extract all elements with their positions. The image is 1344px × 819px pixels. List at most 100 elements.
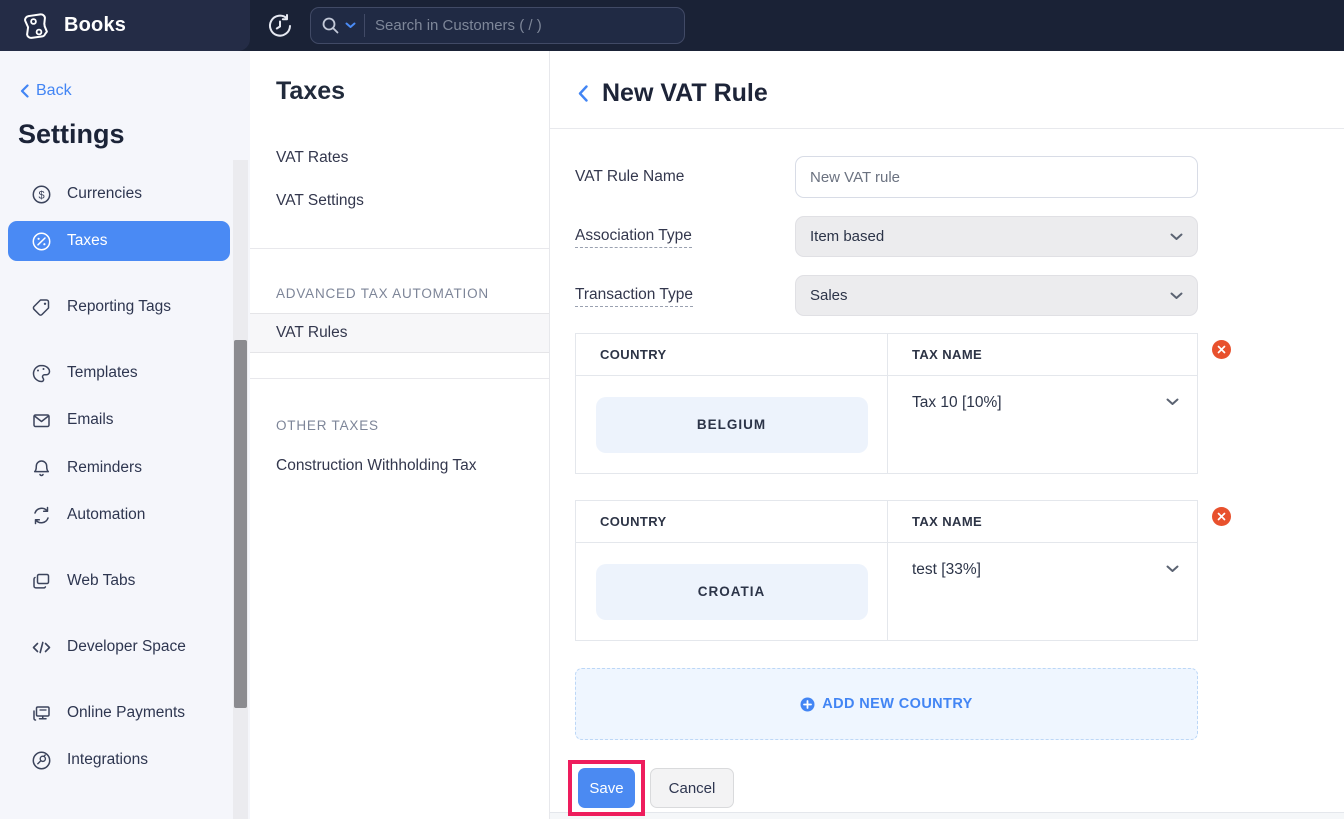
taxes-item-vat-rates[interactable]: VAT Rates xyxy=(250,138,549,178)
sidebar-scrollbar-thumb[interactable] xyxy=(234,340,247,708)
search-icon xyxy=(321,16,340,35)
chevron-down-icon xyxy=(1170,292,1183,300)
vat-settings-label: VAT Settings xyxy=(276,192,364,210)
currency-dollar-icon: $ xyxy=(30,183,52,205)
sidebar-item-reporting-tags[interactable]: Reporting Tags xyxy=(0,287,250,327)
percent-icon xyxy=(30,230,52,252)
sidebar-item-automation[interactable]: Automation xyxy=(0,495,250,535)
page-title: New VAT Rule xyxy=(602,79,768,108)
table-header-row: COUNTRY TAX NAME xyxy=(576,334,1197,376)
app-logo-area[interactable]: Books xyxy=(0,0,250,51)
association-type-select[interactable]: Item based xyxy=(795,216,1198,257)
chevron-down-icon xyxy=(1166,565,1179,573)
add-new-country-label: ADD NEW COUNTRY xyxy=(822,696,972,712)
association-type-value: Item based xyxy=(810,228,884,245)
country-tax-table: COUNTRY TAX NAME BELGIUM Tax 10 [10%] xyxy=(575,333,1198,474)
table-header-row: COUNTRY TAX NAME xyxy=(576,501,1197,543)
topbar: Books xyxy=(0,0,1344,51)
back-chevron-icon xyxy=(20,84,29,98)
taxes-panel-title: Taxes xyxy=(276,77,345,106)
sidebar-item-integrations[interactable]: Integrations xyxy=(0,740,250,780)
divider xyxy=(250,248,549,249)
chevron-down-icon xyxy=(1170,233,1183,241)
tax-name-select[interactable]: test [33%] xyxy=(912,561,1179,579)
sidebar-item-label: Templates xyxy=(67,364,138,382)
plus-circle-icon xyxy=(800,697,815,712)
sidebar-item-developer-space[interactable]: Developer Space xyxy=(0,627,250,667)
vat-rates-label: VAT Rates xyxy=(276,149,348,167)
association-type-label: Association Type xyxy=(575,227,692,245)
sidebar-item-label: Web Tabs xyxy=(67,572,135,590)
save-button[interactable]: Save xyxy=(578,768,635,808)
header-divider xyxy=(550,128,1344,129)
vat-rule-name-label: VAT Rule Name xyxy=(575,168,684,186)
back-label: Back xyxy=(36,82,72,100)
taxes-item-vat-rules[interactable]: VAT Rules xyxy=(250,313,549,353)
tax-name-column-header: TAX NAME xyxy=(888,501,1197,542)
sidebar-item-label: Taxes xyxy=(67,232,108,250)
tax-name-value: Tax 10 [10%] xyxy=(912,394,1002,412)
sidebar-item-templates[interactable]: Templates xyxy=(0,353,250,393)
divider xyxy=(250,378,549,379)
transaction-type-label: Transaction Type xyxy=(575,286,693,304)
other-taxes-header: OTHER TAXES xyxy=(276,418,379,433)
global-search[interactable] xyxy=(310,7,685,44)
country-pill[interactable]: BELGIUM xyxy=(596,397,868,453)
settings-nav: $ Currencies Taxes Reporting Tags Templa… xyxy=(0,174,250,780)
country-pill[interactable]: CROATIA xyxy=(596,564,868,620)
vat-rules-label: VAT Rules xyxy=(276,324,348,342)
sidebar-item-label: Automation xyxy=(67,506,145,524)
transaction-type-select[interactable]: Sales xyxy=(795,275,1198,316)
close-icon xyxy=(1217,345,1226,354)
add-new-country-button[interactable]: ADD NEW COUNTRY xyxy=(575,668,1198,740)
page-header: New VAT Rule xyxy=(578,79,768,108)
search-input[interactable] xyxy=(365,17,674,34)
tax-name-column-header: TAX NAME xyxy=(888,334,1197,375)
bottom-strip xyxy=(550,812,1344,819)
back-link[interactable]: Back xyxy=(20,82,72,100)
taxes-item-construction-withholding-tax[interactable]: Construction Withholding Tax xyxy=(250,446,549,486)
taxes-item-vat-settings[interactable]: VAT Settings xyxy=(250,181,549,221)
plug-icon xyxy=(30,749,52,771)
envelope-icon xyxy=(30,409,52,431)
transaction-type-value: Sales xyxy=(810,287,848,304)
tax-name-select[interactable]: Tax 10 [10%] xyxy=(912,394,1179,412)
sidebar-item-online-payments[interactable]: Online Payments xyxy=(0,693,250,733)
sidebar-item-emails[interactable]: Emails xyxy=(0,400,250,440)
sidebar-item-taxes[interactable]: Taxes xyxy=(8,221,230,261)
cancel-button[interactable]: Cancel xyxy=(650,768,734,808)
close-icon xyxy=(1217,512,1226,521)
sidebar-item-currencies[interactable]: $ Currencies xyxy=(0,174,250,214)
advanced-tax-automation-header: ADVANCED TAX AUTOMATION xyxy=(276,286,489,301)
refresh-icon xyxy=(30,504,52,526)
tax-name-value: test [33%] xyxy=(912,561,981,579)
search-scope-chevron-icon[interactable] xyxy=(345,22,356,29)
sidebar-item-label: Developer Space xyxy=(67,638,186,656)
taxes-panel: Taxes VAT Rates VAT Settings ADVANCED TA… xyxy=(250,51,550,819)
delete-country-button[interactable] xyxy=(1212,340,1231,359)
sidebar-item-reminders[interactable]: Reminders xyxy=(0,448,250,488)
sidebar-scrollbar-track[interactable] xyxy=(233,160,248,819)
sidebar-item-label: Online Payments xyxy=(67,704,185,722)
page-back-chevron-icon[interactable] xyxy=(578,85,588,102)
country-column-header: COUNTRY xyxy=(576,501,888,542)
country-column-header: COUNTRY xyxy=(576,334,888,375)
sidebar-item-label: Emails xyxy=(67,411,114,429)
delete-country-button[interactable] xyxy=(1212,507,1231,526)
app-name: Books xyxy=(64,14,126,37)
table-row: CROATIA test [33%] xyxy=(576,543,1197,640)
palette-icon xyxy=(30,362,52,384)
tag-icon xyxy=(30,296,52,318)
sidebar-item-web-tabs[interactable]: Web Tabs xyxy=(0,561,250,601)
table-row: BELGIUM Tax 10 [10%] xyxy=(576,376,1197,473)
bell-icon xyxy=(30,457,52,479)
svg-text:$: $ xyxy=(38,189,44,201)
recent-history-button[interactable] xyxy=(262,8,298,44)
chevron-down-icon xyxy=(1166,398,1179,406)
sidebar-item-label: Currencies xyxy=(67,185,142,203)
books-logo-icon xyxy=(22,11,52,41)
main-content: New VAT Rule VAT Rule Name Association T… xyxy=(550,51,1344,819)
country-tax-table: COUNTRY TAX NAME CROATIA test [33%] xyxy=(575,500,1198,641)
sidebar-item-label: Reminders xyxy=(67,459,142,477)
vat-rule-name-input[interactable] xyxy=(795,156,1198,198)
